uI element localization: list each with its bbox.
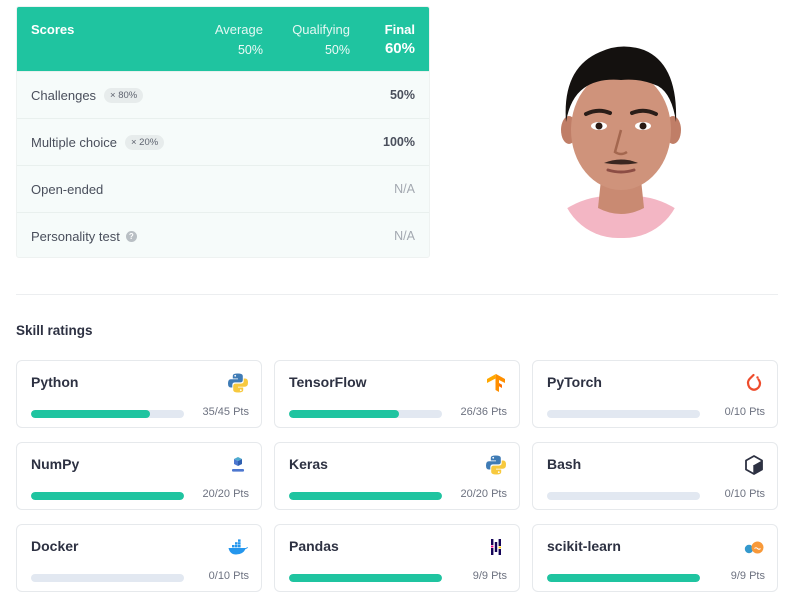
score-row-multiple-choice: Multiple choice × 20% 100% bbox=[17, 118, 429, 165]
skill-card-keras: Keras 20/20 Pts bbox=[274, 442, 520, 510]
section-divider bbox=[16, 294, 778, 295]
qualifying-column: Qualifying 50% bbox=[292, 22, 350, 57]
qualifying-label: Qualifying bbox=[292, 22, 350, 37]
bash-icon bbox=[745, 455, 763, 475]
scores-header: Scores Average 50% Qualifying 50% Final … bbox=[17, 7, 429, 71]
skill-name: PyTorch bbox=[547, 374, 602, 390]
average-label: Average bbox=[214, 22, 263, 37]
score-row-value: N/A bbox=[394, 182, 415, 196]
progress-bar-track bbox=[547, 410, 700, 418]
progress-bar-fill bbox=[31, 410, 150, 418]
progress-bar-fill bbox=[31, 492, 184, 500]
skill-ratings-title: Skill ratings bbox=[16, 323, 93, 338]
skill-name: Python bbox=[31, 374, 79, 390]
skill-points: 9/9 Pts bbox=[472, 570, 507, 582]
python-icon bbox=[228, 373, 248, 393]
skill-points: 0/10 Pts bbox=[724, 488, 765, 500]
skill-card-pandas: Pandas 9/9 Pts bbox=[274, 524, 520, 592]
skill-name: Docker bbox=[31, 538, 79, 554]
avatar-portrait bbox=[560, 38, 682, 238]
skill-card-pytorch: PyTorch 0/10 Pts bbox=[532, 360, 778, 428]
progress-bar-fill bbox=[547, 574, 700, 582]
help-icon[interactable]: ? bbox=[125, 230, 137, 242]
skill-card-bash: Bash 0/10 Pts bbox=[532, 442, 778, 510]
progress-bar-track bbox=[31, 410, 184, 418]
skill-points: 20/20 Pts bbox=[460, 488, 507, 500]
progress-bar-fill bbox=[289, 574, 442, 582]
skill-name: Bash bbox=[547, 456, 582, 472]
final-label: Final bbox=[384, 22, 415, 37]
average-column: Average 50% bbox=[215, 22, 263, 57]
skill-card-docker: Docker 0/10 Pts bbox=[16, 524, 262, 592]
score-row-label: Challenges bbox=[31, 87, 97, 103]
progress-bar-track bbox=[289, 410, 442, 418]
python-icon bbox=[486, 455, 506, 475]
skill-name: TensorFlow bbox=[289, 374, 367, 390]
progress-bar-track bbox=[289, 492, 442, 500]
scores-title: Scores bbox=[31, 22, 75, 37]
skill-points: 0/10 Pts bbox=[208, 570, 249, 582]
skill-name: Keras bbox=[289, 456, 328, 472]
skill-points: 9/9 Pts bbox=[730, 570, 765, 582]
skill-name: NumPy bbox=[31, 456, 80, 472]
score-row-value: 50% bbox=[389, 88, 415, 102]
progress-bar-track bbox=[31, 492, 184, 500]
final-value: 60% bbox=[384, 40, 415, 57]
average-value: 50% bbox=[237, 43, 263, 57]
score-row-label: Open-ended bbox=[31, 181, 104, 197]
progress-bar-track bbox=[547, 492, 700, 500]
skill-name: Pandas bbox=[289, 538, 339, 554]
scores-card: Scores Average 50% Qualifying 50% Final … bbox=[16, 6, 430, 258]
skill-points: 26/36 Pts bbox=[460, 406, 507, 418]
score-row-value: 100% bbox=[383, 135, 415, 149]
skill-card-numpy: NumPy 20/20 Pts bbox=[16, 442, 262, 510]
qualifying-value: 50% bbox=[324, 43, 350, 57]
progress-bar-track bbox=[289, 574, 442, 582]
numpy-icon bbox=[232, 457, 244, 472]
docker-icon bbox=[228, 539, 248, 555]
scikit-learn-icon bbox=[744, 541, 764, 554]
tensorflow-icon bbox=[487, 374, 505, 392]
progress-bar-fill bbox=[289, 410, 400, 418]
skill-name: scikit-learn bbox=[547, 538, 621, 554]
skill-card-tensorflow: TensorFlow 26/36 Pts bbox=[274, 360, 520, 428]
progress-bar-fill bbox=[289, 492, 442, 500]
skill-card-python: Python 35/45 Pts bbox=[16, 360, 262, 428]
skill-points: 35/45 Pts bbox=[202, 406, 249, 418]
score-row-personality-test: Personality test ? N/A bbox=[17, 212, 429, 257]
pandas-icon bbox=[491, 539, 501, 555]
final-column: Final 60% bbox=[385, 22, 415, 57]
pytorch-icon bbox=[746, 373, 762, 391]
score-row-open-ended: Open-ended N/A bbox=[17, 165, 429, 212]
skill-points: 20/20 Pts bbox=[202, 488, 249, 500]
skill-points: 0/10 Pts bbox=[724, 406, 765, 418]
score-row-label: Personality test bbox=[31, 228, 120, 244]
score-row-label: Multiple choice bbox=[31, 134, 117, 150]
score-row-value: N/A bbox=[394, 229, 415, 243]
progress-bar-track bbox=[547, 574, 700, 582]
weight-badge: × 20% bbox=[125, 134, 165, 150]
score-row-challenges: Challenges × 80% 50% bbox=[17, 71, 429, 118]
skill-card-scikit-learn: scikit-learn 9/9 Pts bbox=[532, 524, 778, 592]
progress-bar-track bbox=[31, 574, 184, 582]
weight-badge: × 80% bbox=[104, 87, 144, 103]
avatar bbox=[560, 38, 682, 238]
